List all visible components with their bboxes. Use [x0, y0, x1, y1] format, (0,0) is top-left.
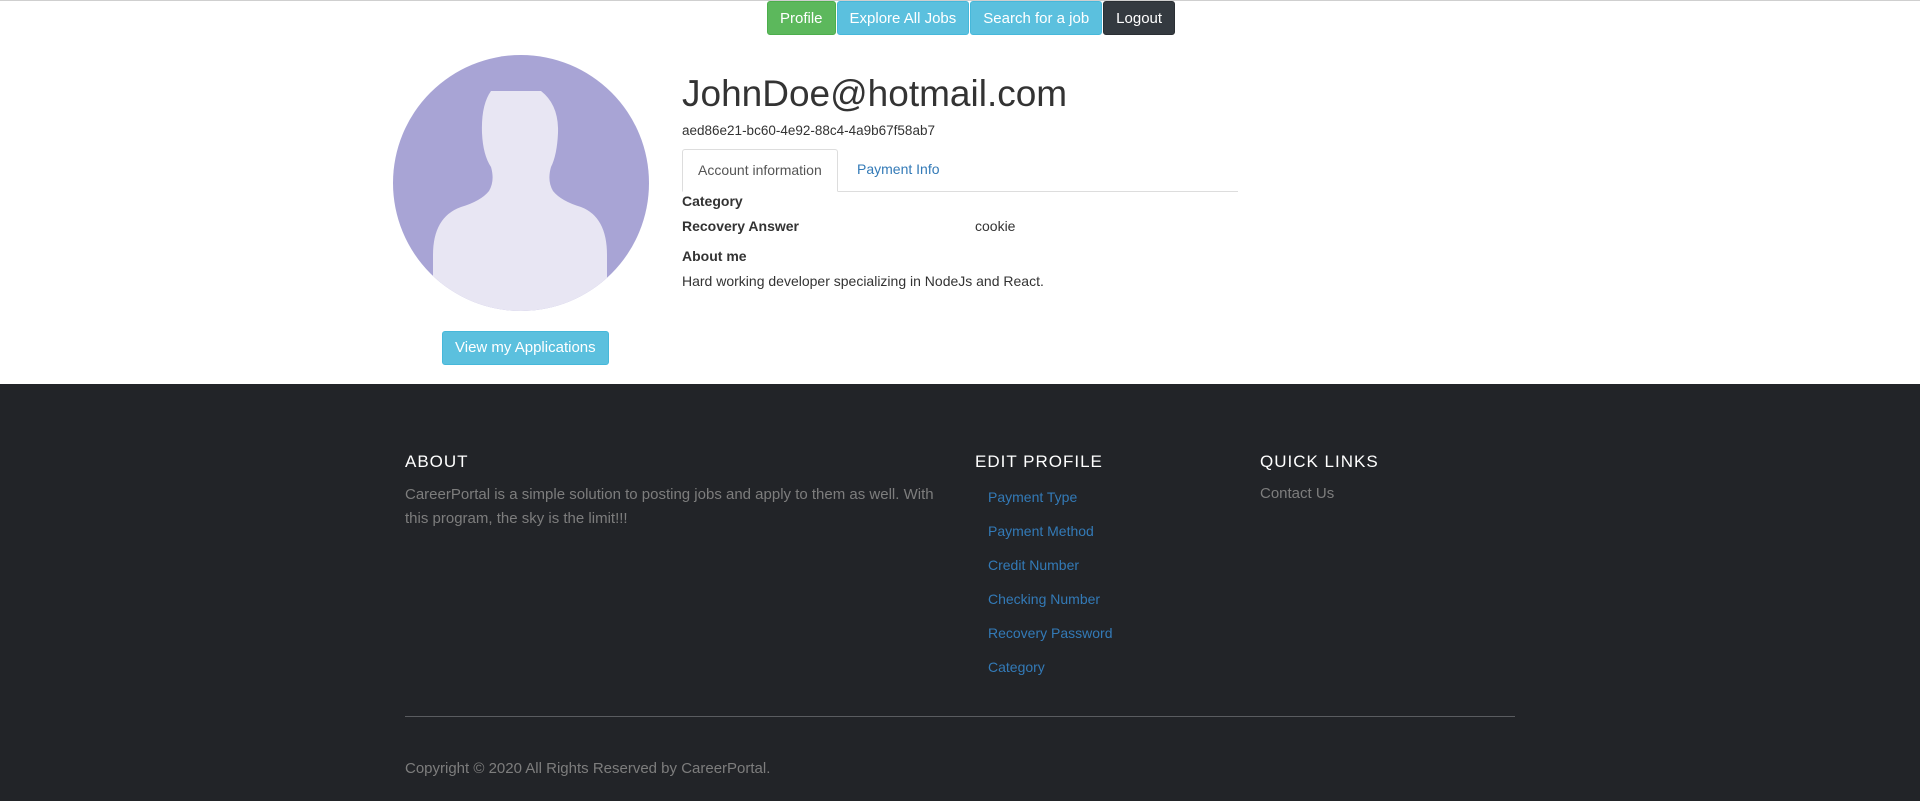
footer-quick-links-heading: QUICK LINKS	[1260, 452, 1379, 471]
footer	[0, 384, 1920, 803]
logout-button[interactable]: Logout	[1103, 1, 1176, 35]
footer-copyright: Copyright © 2020 All Rights Reserved by …	[405, 760, 771, 777]
avatar	[393, 55, 649, 311]
recovery-answer-value: cookie	[975, 218, 1016, 234]
footer-link-contact-us[interactable]: Contact Us	[1260, 485, 1334, 502]
profile-button[interactable]: Profile	[767, 1, 836, 35]
footer-about-text: CareerPortal is a simple solution to pos…	[405, 486, 934, 527]
user-silhouette-icon	[433, 91, 607, 311]
profile-email: JohnDoe@hotmail.com	[682, 73, 1068, 114]
about-me-label: About me	[682, 248, 747, 264]
footer-link-checking-number[interactable]: Checking Number	[988, 591, 1113, 625]
footer-link-credit-number[interactable]: Credit Number	[988, 557, 1113, 591]
category-label: Category	[682, 193, 743, 209]
footer-link-payment-method[interactable]: Payment Method	[988, 523, 1113, 557]
tab-payment-info[interactable]: Payment Info	[842, 149, 955, 191]
explore-jobs-button[interactable]: Explore All Jobs	[836, 1, 970, 35]
recovery-answer-label: Recovery Answer	[682, 218, 799, 234]
search-job-button[interactable]: Search for a job	[970, 1, 1103, 35]
footer-link-recovery-password[interactable]: Recovery Password	[988, 625, 1113, 659]
footer-about-heading: ABOUT	[405, 452, 469, 471]
about-me-text: Hard working developer specializing in N…	[682, 273, 1044, 289]
footer-link-category[interactable]: Category	[988, 659, 1113, 693]
user-id: aed86e21-bc60-4e92-88c4-4a9b67f58ab7	[682, 123, 935, 138]
footer-link-payment-type[interactable]: Payment Type	[988, 489, 1113, 523]
top-navigation: Profile Explore All Jobs Search for a jo…	[767, 1, 1176, 35]
profile-tabs: Account information Payment Info	[682, 149, 1238, 192]
footer-edit-profile-heading: EDIT PROFILE	[975, 452, 1103, 471]
view-applications-button[interactable]: View my Applications	[442, 331, 609, 365]
footer-edit-profile-links: Payment Type Payment Method Credit Numbe…	[988, 489, 1113, 693]
footer-divider	[405, 716, 1515, 717]
tab-account-information[interactable]: Account information	[682, 149, 838, 192]
